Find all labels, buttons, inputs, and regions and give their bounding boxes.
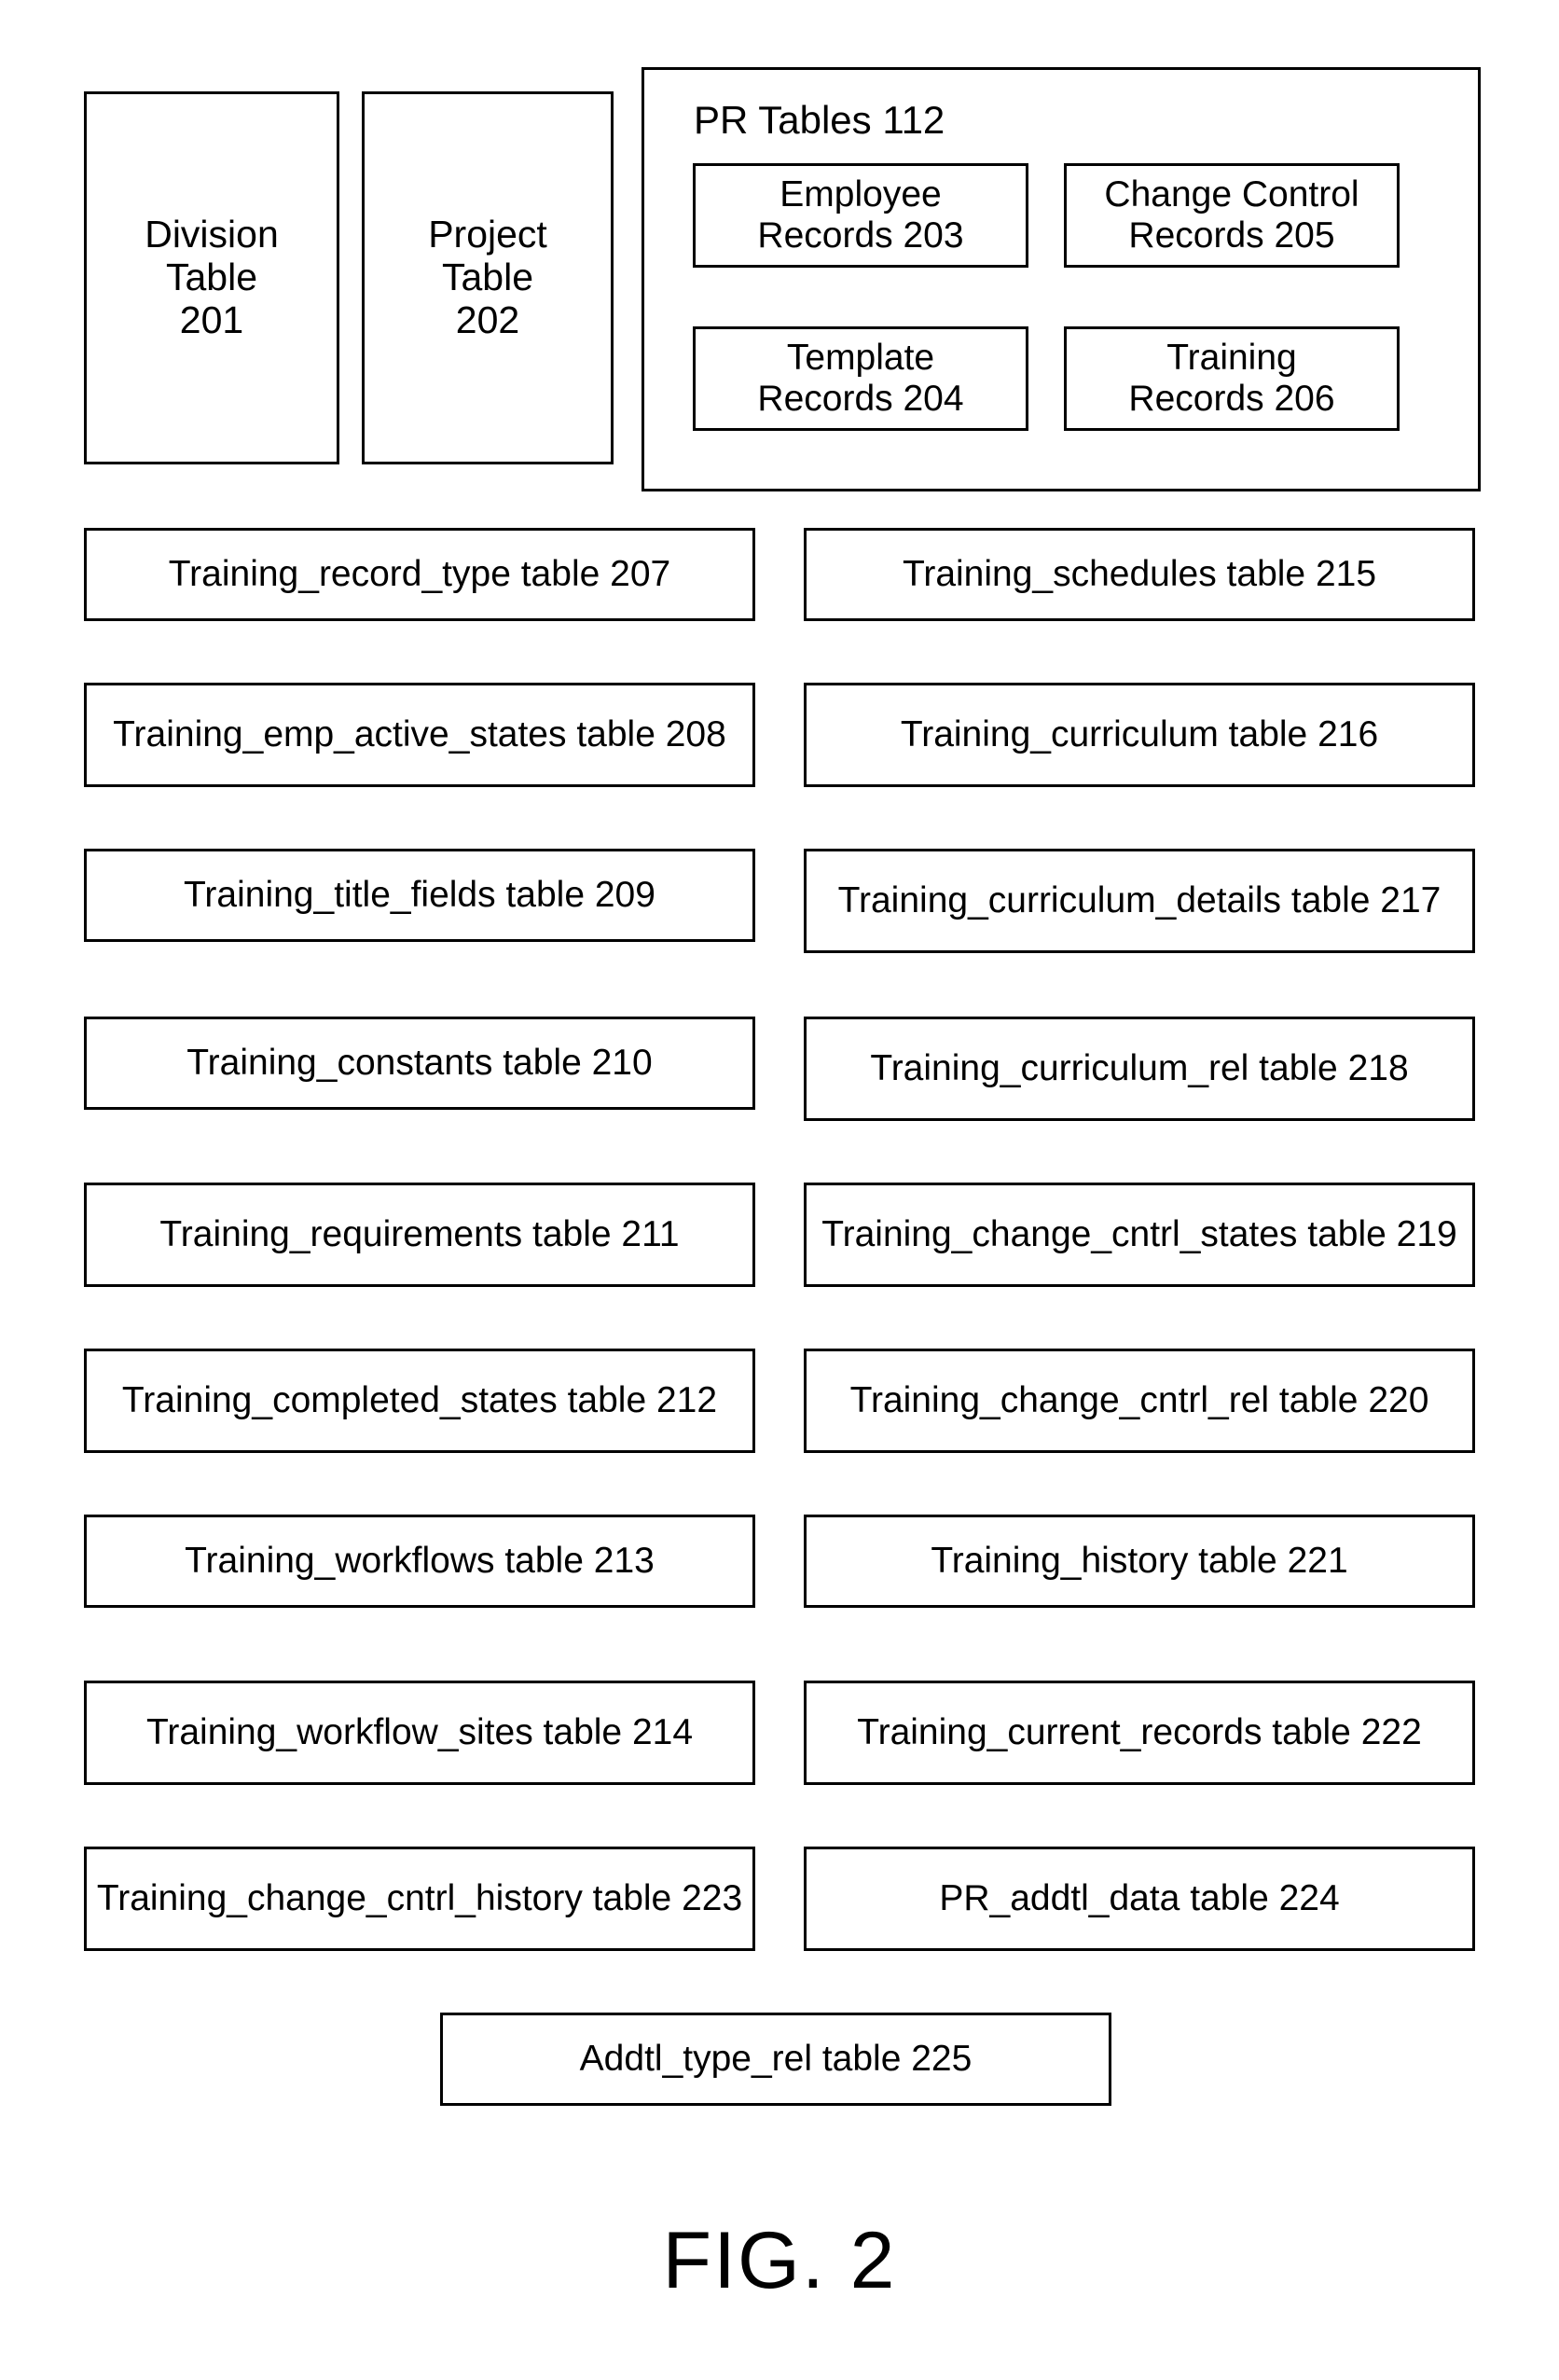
table-box-label: Training_requirements table 211 bbox=[159, 1214, 680, 1255]
division-table-line-1: Division bbox=[145, 213, 279, 256]
table-box-label: Training_workflow_sites table 214 bbox=[145, 1712, 694, 1753]
table-box-training-change-cntrl-states: Training_change_cntrl_states table 219 bbox=[804, 1183, 1475, 1287]
table-box-label: Training_curriculum_rel table 218 bbox=[870, 1048, 1409, 1089]
table-box-training-workflow-sites: Training_workflow_sites table 214 bbox=[84, 1681, 755, 1785]
table-box-training-history: Training_history table 221 bbox=[804, 1515, 1475, 1608]
table-box-pr-addtl-data: PR_addtl_data table 224 bbox=[804, 1847, 1475, 1951]
training-records-line-1: Training bbox=[1166, 337, 1297, 378]
training-records-line-2: Records 206 bbox=[1128, 379, 1335, 419]
table-box-label: Training_record_type table 207 bbox=[168, 554, 671, 595]
table-box-label: Training_curriculum_details table 217 bbox=[837, 880, 1442, 921]
division-table-box: Division Table 201 bbox=[84, 91, 339, 464]
table-box-training-completed-states: Training_completed_states table 212 bbox=[84, 1349, 755, 1453]
employee-records-line-2: Records 203 bbox=[757, 215, 964, 256]
table-box-label: Training_completed_states table 212 bbox=[121, 1380, 718, 1421]
patent-figure: Division Table 201 Project Table 202 PR … bbox=[0, 0, 1559, 2380]
table-box-label: Training_change_cntrl_history table 223 bbox=[96, 1878, 743, 1919]
table-box-label: Addtl_type_rel table 225 bbox=[579, 2039, 973, 2080]
change-control-records-line-1: Change Control bbox=[1104, 173, 1359, 214]
table-box-label: Training_current_records table 222 bbox=[857, 1712, 1422, 1753]
figure-caption: FIG. 2 bbox=[662, 2216, 897, 2305]
table-box-training-curriculum: Training_curriculum table 216 bbox=[804, 683, 1475, 787]
table-box-label: Training_history table 221 bbox=[931, 1541, 1348, 1582]
table-box-label: Training_change_cntrl_states table 219 bbox=[821, 1214, 1457, 1255]
pr-tables-title: PR Tables 112 bbox=[694, 98, 945, 142]
table-box-label: Training_change_cntrl_rel table 220 bbox=[849, 1380, 1429, 1421]
template-records-line-2: Records 204 bbox=[757, 379, 964, 419]
table-box-training-record-type: Training_record_type table 207 bbox=[84, 528, 755, 621]
employee-records-line-1: Employee bbox=[780, 173, 942, 214]
table-box-label: Training_constants table 210 bbox=[186, 1043, 653, 1084]
change-control-records-line-2: Records 205 bbox=[1128, 215, 1335, 256]
project-table-line-3: 202 bbox=[455, 298, 520, 341]
table-box-label: Training_schedules table 215 bbox=[902, 554, 1377, 595]
table-box-label: PR_addtl_data table 224 bbox=[939, 1878, 1340, 1919]
table-box-training-title-fields: Training_title_fields table 209 bbox=[84, 849, 755, 942]
table-box-label: Training_emp_active_states table 208 bbox=[113, 714, 726, 755]
table-box-addtl-type-rel: Addtl_type_rel table 225 bbox=[440, 2013, 1111, 2106]
table-box-training-change-cntrl-rel: Training_change_cntrl_rel table 220 bbox=[804, 1349, 1475, 1453]
template-records-box: Template Records 204 bbox=[693, 326, 1028, 431]
project-table-line-2: Table bbox=[441, 256, 533, 299]
change-control-records-box: Change Control Records 205 bbox=[1064, 163, 1400, 268]
project-table-box: Project Table 202 bbox=[362, 91, 614, 464]
table-box-training-curriculum-details: Training_curriculum_details table 217 bbox=[804, 849, 1475, 953]
table-box-label: Training_curriculum table 216 bbox=[900, 714, 1379, 755]
project-table-line-1: Project bbox=[428, 213, 547, 256]
table-box-training-curriculum-rel: Training_curriculum_rel table 218 bbox=[804, 1017, 1475, 1121]
training-records-box: Training Records 206 bbox=[1064, 326, 1400, 431]
table-box-training-requirements: Training_requirements table 211 bbox=[84, 1183, 755, 1287]
division-table-line-2: Table bbox=[165, 256, 257, 299]
table-box-training-constants: Training_constants table 210 bbox=[84, 1017, 755, 1110]
table-box-training-change-cntrl-history: Training_change_cntrl_history table 223 bbox=[84, 1847, 755, 1951]
table-box-label: Training_title_fields table 209 bbox=[184, 875, 655, 916]
table-box-training-workflows: Training_workflows table 213 bbox=[84, 1515, 755, 1608]
table-box-label: Training_workflows table 213 bbox=[185, 1541, 655, 1582]
table-box-training-schedules: Training_schedules table 215 bbox=[804, 528, 1475, 621]
table-box-training-current-records: Training_current_records table 222 bbox=[804, 1681, 1475, 1785]
table-box-training-emp-active-states: Training_emp_active_states table 208 bbox=[84, 683, 755, 787]
employee-records-box: Employee Records 203 bbox=[693, 163, 1028, 268]
pr-tables-group: PR Tables 112 Employee Records 203 Chang… bbox=[642, 67, 1481, 491]
template-records-line-1: Template bbox=[786, 337, 935, 378]
division-table-line-3: 201 bbox=[179, 298, 244, 341]
